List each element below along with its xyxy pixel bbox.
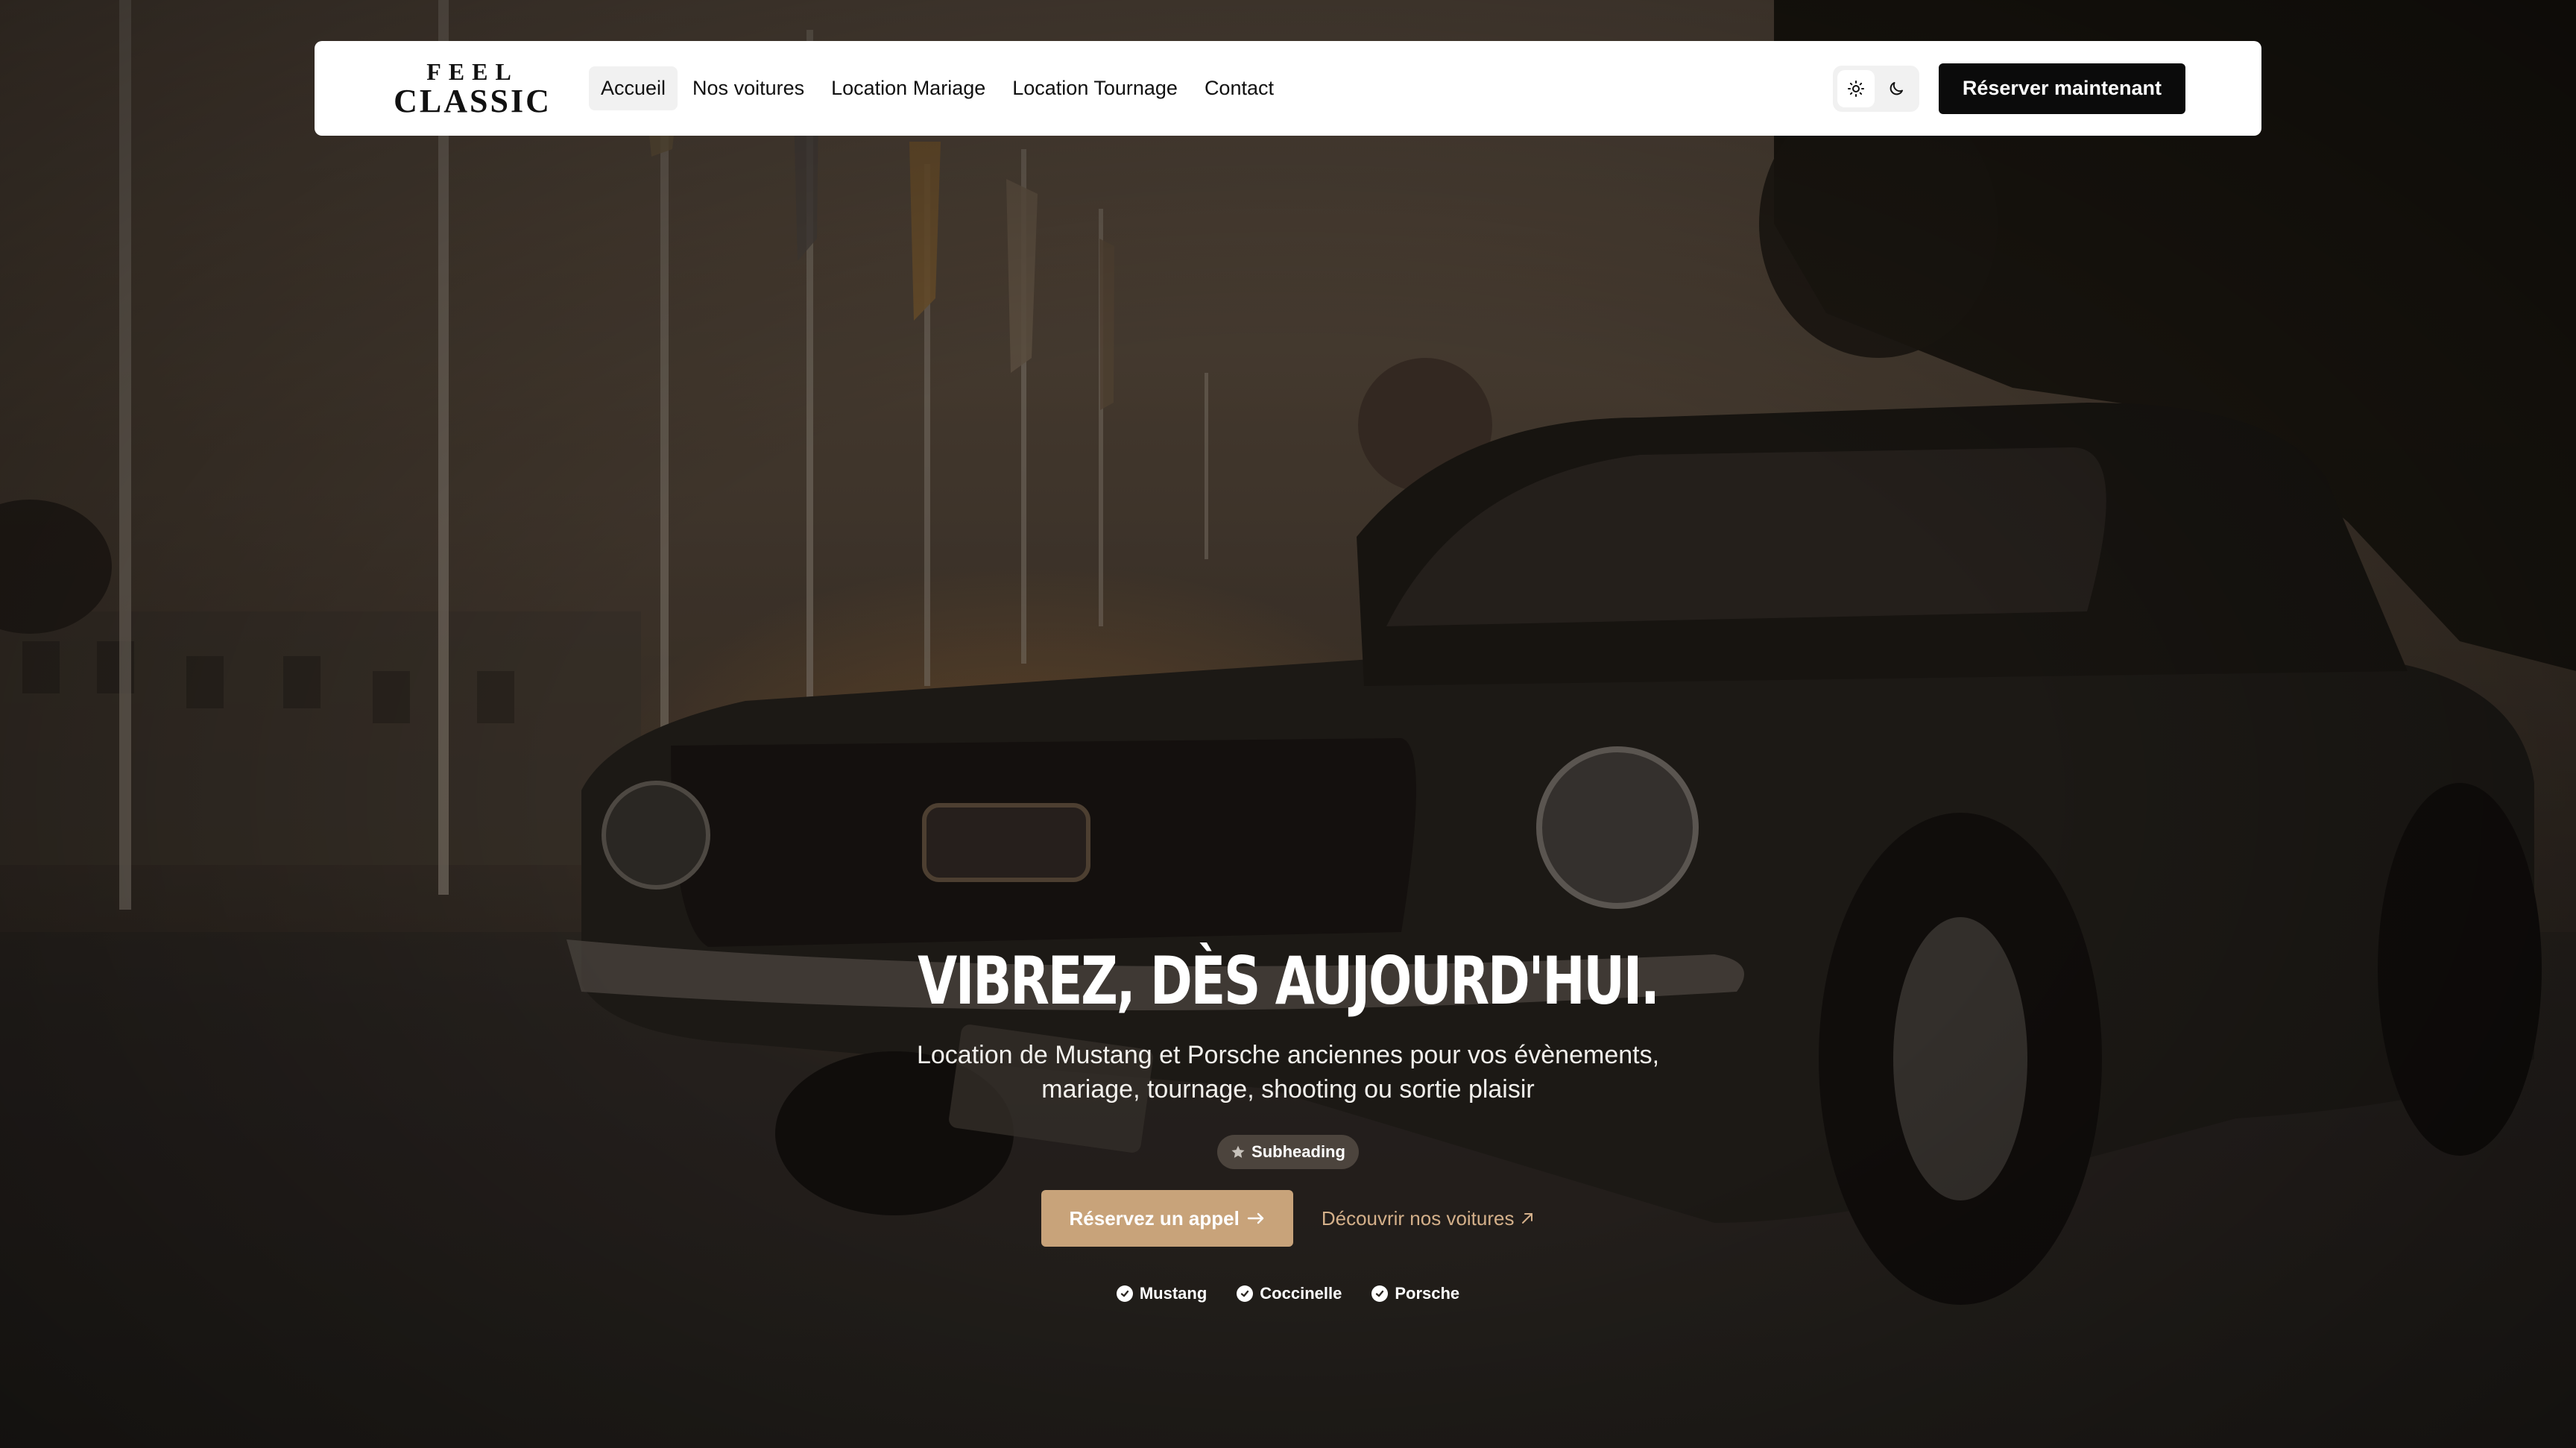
arrow-right-icon — [1247, 1213, 1264, 1224]
navbar: FEEL CLASSIC Accueil Nos voitures Locati… — [315, 41, 2261, 136]
light-theme-button[interactable] — [1837, 69, 1875, 107]
nav-actions: Réserver maintenant — [1832, 63, 2185, 114]
logo-line-2: CLASSIC — [394, 82, 552, 119]
book-now-button[interactable]: Réserver maintenant — [1938, 63, 2185, 114]
logo-line-1: FEEL — [426, 57, 519, 85]
brand-logo[interactable]: FEEL CLASSIC — [394, 57, 549, 118]
check-circle-icon — [1237, 1285, 1254, 1303]
pill-label: Subheading — [1251, 1142, 1345, 1162]
badge-label: Mustang — [1139, 1284, 1208, 1303]
nav-item-location-mariage[interactable]: Location Mariage — [819, 66, 997, 110]
car-badges: Mustang Coccinelle Porsche — [1116, 1284, 1459, 1303]
main-nav: Accueil Nos voitures Location Mariage Lo… — [589, 66, 1286, 110]
discover-cars-link[interactable]: Découvrir nos voitures — [1322, 1207, 1535, 1230]
hero-title: VIBREZ, DÈS AUJOURD'HUI. — [918, 942, 1660, 1019]
book-call-label: Réservez un appel — [1069, 1206, 1240, 1230]
badge-label: Coccinelle — [1260, 1284, 1342, 1303]
arrow-up-right-icon — [1522, 1213, 1533, 1224]
nav-item-accueil[interactable]: Accueil — [589, 66, 678, 110]
hero-section: VIBREZ, DÈS AUJOURD'HUI. Location de Mus… — [0, 942, 2576, 1303]
badge-label: Porsche — [1395, 1284, 1460, 1303]
badge-mustang: Mustang — [1116, 1284, 1208, 1303]
theme-toggle — [1832, 65, 1919, 112]
subheading-pill: Subheading — [1217, 1135, 1359, 1170]
badge-porsche: Porsche — [1371, 1284, 1459, 1303]
check-circle-icon — [1371, 1285, 1389, 1303]
book-call-button[interactable]: Réservez un appel — [1041, 1190, 1293, 1247]
discover-cars-label: Découvrir nos voitures — [1321, 1206, 1515, 1230]
nav-item-location-tournage[interactable]: Location Tournage — [1000, 66, 1190, 110]
moon-icon — [1890, 81, 1903, 95]
sun-icon — [1847, 80, 1864, 97]
nav-item-contact[interactable]: Contact — [1193, 66, 1286, 110]
hero-cta-group: Réservez un appel Découvrir nos voitures — [1041, 1190, 1535, 1247]
nav-item-nos-voitures[interactable]: Nos voitures — [681, 66, 816, 110]
star-icon — [1231, 1146, 1245, 1159]
check-circle-icon — [1116, 1285, 1133, 1303]
badge-coccinelle: Coccinelle — [1237, 1284, 1342, 1303]
hero-subtitle: Location de Mustang et Porsche anciennes… — [916, 1041, 1660, 1104]
dark-theme-button[interactable] — [1878, 70, 1915, 107]
